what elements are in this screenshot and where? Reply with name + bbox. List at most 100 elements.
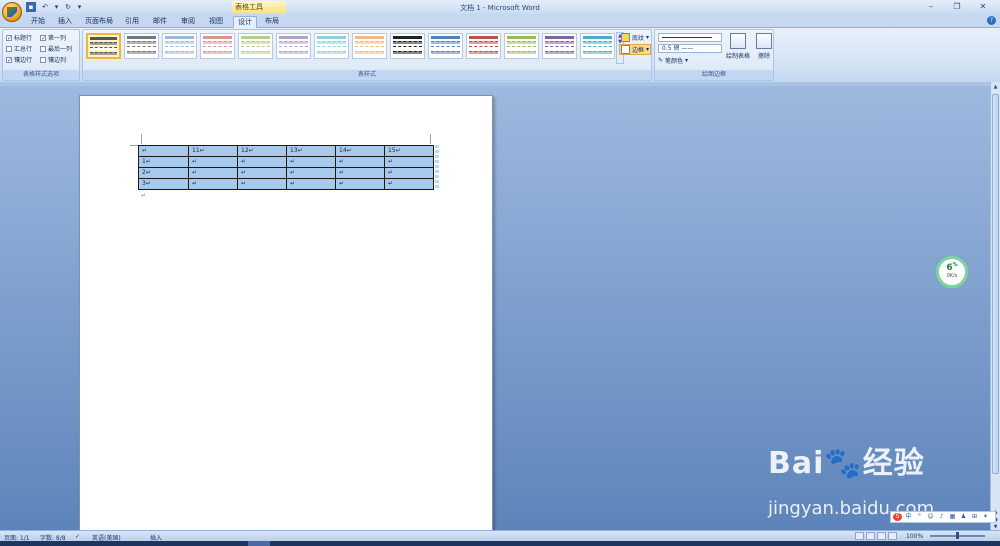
table-cell[interactable]: ↵ [384, 167, 434, 179]
table-style-swatch[interactable] [276, 33, 311, 59]
vertical-scrollbar[interactable]: ▲ ▲ ● ▼ [990, 82, 1000, 530]
table-style-swatch[interactable] [542, 33, 577, 59]
table-cell[interactable]: ↵ [237, 156, 287, 168]
chinese-mode-icon[interactable]: 中 [904, 513, 913, 521]
option-total-row[interactable]: 汇总行 [6, 44, 32, 53]
tab-insert[interactable]: 插入 [55, 16, 75, 28]
table-cell[interactable]: ↵ [384, 178, 434, 190]
table-cell[interactable]: ↵ [188, 156, 238, 168]
table-cell[interactable]: ↵ [335, 156, 385, 168]
line-style-dropdown[interactable] [658, 33, 722, 42]
group-label: 绘图边框 [655, 70, 773, 80]
table-cell[interactable]: ↵ [237, 167, 287, 179]
table-cell[interactable]: 11↵ [188, 145, 238, 157]
pen-color-button[interactable]: ✎ 笔颜色 ▾ [658, 56, 688, 65]
option-banded-columns[interactable]: 镶边列 [40, 55, 66, 64]
table-style-swatch[interactable] [504, 33, 539, 59]
table-style-swatch[interactable] [314, 33, 349, 59]
zoom-slider-thumb[interactable] [956, 532, 959, 539]
punctuation-icon[interactable]: ° [915, 513, 924, 521]
table-cell[interactable]: 12↵ [237, 145, 287, 157]
office-button[interactable] [2, 2, 22, 22]
scroll-up-icon[interactable]: ▲ [992, 84, 999, 91]
sogou-icon[interactable]: S [893, 513, 902, 521]
zoom-level[interactable]: 100% [906, 533, 923, 540]
table-row: 3↵ ↵ ↵ ↵ ↵ ↵ [138, 178, 434, 190]
table-cell[interactable]: ↵ [335, 167, 385, 179]
option-header-row[interactable]: ✓ 标题行 [6, 33, 32, 42]
close-icon[interactable]: ✕ [970, 1, 996, 13]
table-cell[interactable]: 1↵ [138, 156, 189, 168]
table-style-swatch[interactable] [238, 33, 273, 59]
table-cell[interactable]: ↵ [188, 167, 238, 179]
eraser-button[interactable]: 擦除 [749, 33, 779, 60]
table-style-swatch[interactable] [162, 33, 197, 59]
table-style-swatch[interactable] [390, 33, 425, 59]
proofing-icon[interactable]: ✓ [75, 533, 80, 540]
skin-icon[interactable]: ♟ [959, 513, 968, 521]
tab-mailings[interactable]: 邮件 [150, 16, 170, 28]
table-cell[interactable]: 13↵ [286, 145, 336, 157]
scroll-thumb[interactable] [992, 94, 999, 474]
swatch-row [127, 36, 156, 39]
table-cell[interactable]: 15↵ [384, 145, 434, 157]
restore-icon[interactable]: ❐ [944, 1, 970, 13]
network-monitor-widget[interactable]: 6% 0K/s [936, 256, 968, 288]
swatch-row [545, 46, 574, 49]
table-style-swatch[interactable] [428, 33, 463, 59]
swatch-row [203, 36, 232, 39]
table-style-swatch[interactable] [352, 33, 387, 59]
borders-button[interactable]: 边框 ▾ [619, 44, 651, 55]
shading-button[interactable]: 底纹 ▾ [621, 33, 649, 42]
document-table[interactable]: ↵ 11↵ 12↵ 13↵ 14↵ 15↵ 1↵ ↵ ↵ ↵ ↵ ↵ 2↵ ↵ ↵ ↵ ↵ ↵ 3↵ ↵ ↵ ↵ ↵ ↵ [138, 145, 434, 190]
microphone-icon[interactable]: ♪ [937, 513, 946, 521]
table-cell[interactable]: ↵ [335, 178, 385, 190]
table-cell[interactable]: ↵ [286, 178, 336, 190]
draw-borders-group: 0.5 磅 —— ✎ 笔颜色 ▾ 绘制表格 擦除 绘图边框 [654, 29, 774, 81]
table-style-swatch[interactable] [124, 33, 159, 59]
table-style-swatch[interactable] [580, 33, 615, 59]
swatch-row [431, 46, 460, 49]
tab-view[interactable]: 视图 [206, 16, 226, 28]
table-cell[interactable]: 14↵ [335, 145, 385, 157]
table-cell[interactable]: ↵ [138, 145, 189, 157]
keyboard-icon[interactable]: ▦ [948, 513, 957, 521]
settings-icon[interactable]: ✶ [981, 513, 990, 521]
zoom-slider[interactable] [930, 532, 985, 539]
swatch-row [90, 47, 117, 50]
web-layout-icon[interactable] [877, 532, 886, 540]
option-banded-rows[interactable]: ✓ 镶边行 [6, 55, 32, 64]
tab-layout[interactable]: 布局 [262, 16, 282, 28]
swatch-row [507, 41, 536, 44]
option-first-column[interactable]: ✓ 第一列 [40, 33, 66, 42]
toolbox-icon[interactable]: ⊞ [970, 513, 979, 521]
table-cell[interactable]: 3↵ [138, 178, 189, 190]
table-cell[interactable]: ↵ [237, 178, 287, 190]
emoji-icon[interactable]: ☺ [926, 513, 935, 521]
outline-view-icon[interactable] [888, 532, 897, 540]
table-cell[interactable]: 2↵ [138, 167, 189, 179]
option-last-column[interactable]: 最后一列 [40, 44, 72, 53]
table-cell[interactable]: ↵ [384, 156, 434, 168]
title-bar: ▪ ↶ ▾ ↻ ▾ 文档 1 - Microsoft Word – ❐ ✕ [0, 0, 1000, 14]
document-page[interactable]: ↵ 11↵ 12↵ 13↵ 14↵ 15↵ 1↵ ↵ ↵ ↵ ↵ ↵ 2↵ ↵ ↵ ↵ ↵ ↵ 3↵ ↵ ↵ ↵ ↵ ↵ ↵ [79, 95, 493, 535]
table-style-swatch[interactable] [86, 33, 121, 59]
tab-page-layout[interactable]: 页面布局 [82, 16, 116, 28]
taskbar-item[interactable] [248, 541, 270, 546]
table-style-swatch[interactable] [200, 33, 235, 59]
table-cell[interactable]: ↵ [188, 178, 238, 190]
table-cell[interactable]: ↵ [286, 156, 336, 168]
tab-review[interactable]: 审阅 [178, 16, 198, 28]
minimize-icon[interactable]: – [918, 1, 944, 13]
help-icon[interactable]: ? [987, 16, 996, 25]
print-layout-view-icon[interactable] [855, 532, 864, 540]
tab-home[interactable]: 开始 [28, 16, 48, 28]
table-cell[interactable]: ↵ [286, 167, 336, 179]
tab-references[interactable]: 引用 [122, 16, 142, 28]
line-weight-dropdown[interactable]: 0.5 磅 —— [658, 44, 722, 53]
tab-design[interactable]: 设计 [233, 16, 257, 28]
swatch-row [545, 51, 574, 54]
swatch-row [127, 46, 156, 49]
table-style-swatch[interactable] [466, 33, 501, 59]
full-screen-reading-icon[interactable] [866, 532, 875, 540]
